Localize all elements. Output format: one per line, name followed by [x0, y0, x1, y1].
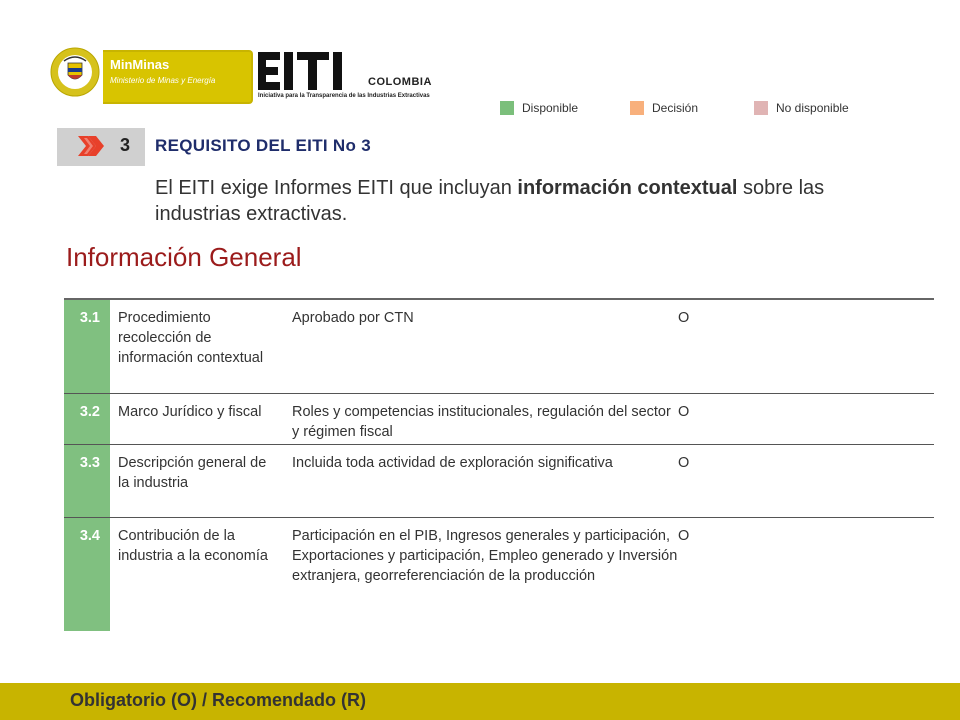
row-number: 3.4 [79, 528, 100, 544]
table-row: 3.1 Procedimiento recolección de informa… [64, 298, 934, 393]
row-description: Incluida toda actividad de exploración s… [292, 455, 613, 471]
row-description: Participación en el PIB, Ingresos genera… [292, 528, 678, 584]
requirement-description-emphasis: información contextual [517, 177, 738, 199]
row-number: 3.2 [79, 404, 100, 420]
legend-label: Disponible [522, 101, 579, 115]
legend-swatch-decision [630, 101, 644, 115]
table-row: 3.2 Marco Jurídico y fiscal Roles y comp… [64, 393, 934, 444]
eiti-tagline: Iniciativa para la Transparencia de las … [258, 93, 430, 99]
requirements-table: 3.1 Procedimiento recolección de informa… [64, 298, 934, 631]
requirement-number: 3 [120, 135, 131, 155]
eiti-country: COLOMBIA [368, 76, 432, 88]
row-description: Aprobado por CTN [292, 310, 414, 326]
row-spacer [738, 394, 934, 444]
section-title: Información General [66, 242, 302, 272]
row-description: Roles y competencias institucionales, re… [292, 404, 671, 440]
legend-label: Decisión [652, 101, 699, 115]
eiti-logo [258, 52, 342, 90]
row-spacer [738, 518, 934, 631]
row-name: Marco Jurídico y fiscal [118, 404, 262, 420]
row-name: Descripción general de la industria [118, 455, 267, 491]
row-number: 3.1 [79, 310, 100, 326]
double-chevron-right-icon [78, 136, 104, 156]
coat-of-arms-icon [50, 47, 100, 97]
requirement-description-text: El EITI exige Informes EITI que incluyan [155, 177, 518, 199]
legend-swatch-disponible [500, 101, 514, 115]
minminas-logo-title: MinMinas [110, 57, 170, 72]
legend-disponible: Disponible [500, 100, 578, 116]
row-spacer [738, 445, 934, 517]
footer-note: Obligatorio (O) / Recomendado (R) [70, 690, 366, 710]
row-name: Procedimiento recolección de información… [118, 310, 264, 366]
legend-decision: Decisión [630, 100, 698, 116]
table-row: 3.3 Descripción general de la industria … [64, 444, 934, 517]
legend-label: No disponible [776, 101, 849, 115]
row-obligation: O [678, 404, 690, 420]
row-spacer [738, 300, 934, 393]
legend-swatch-no-disponible [754, 101, 768, 115]
minminas-logo-subtitle: Ministerio de Minas y Energía [110, 76, 216, 85]
row-name: Contribución de la industria a la econom… [118, 528, 268, 564]
row-number-cell: 3.1 [64, 300, 110, 393]
table-row: 3.4 Contribución de la industria a la ec… [64, 517, 934, 631]
row-obligation: O [678, 455, 690, 471]
row-number-cell: 3.2 [64, 394, 110, 444]
row-number-cell: 3.4 [64, 518, 110, 631]
legend-no-disponible: No disponible [754, 100, 849, 116]
requirement-title: REQUISITO DEL EITI No 3 [155, 136, 371, 155]
row-obligation: O [678, 528, 690, 544]
row-number: 3.3 [79, 455, 100, 471]
row-obligation: O [678, 310, 690, 326]
row-number-cell: 3.3 [64, 445, 110, 517]
requirement-description: El EITI exige Informes EITI que incluyan… [155, 175, 915, 227]
